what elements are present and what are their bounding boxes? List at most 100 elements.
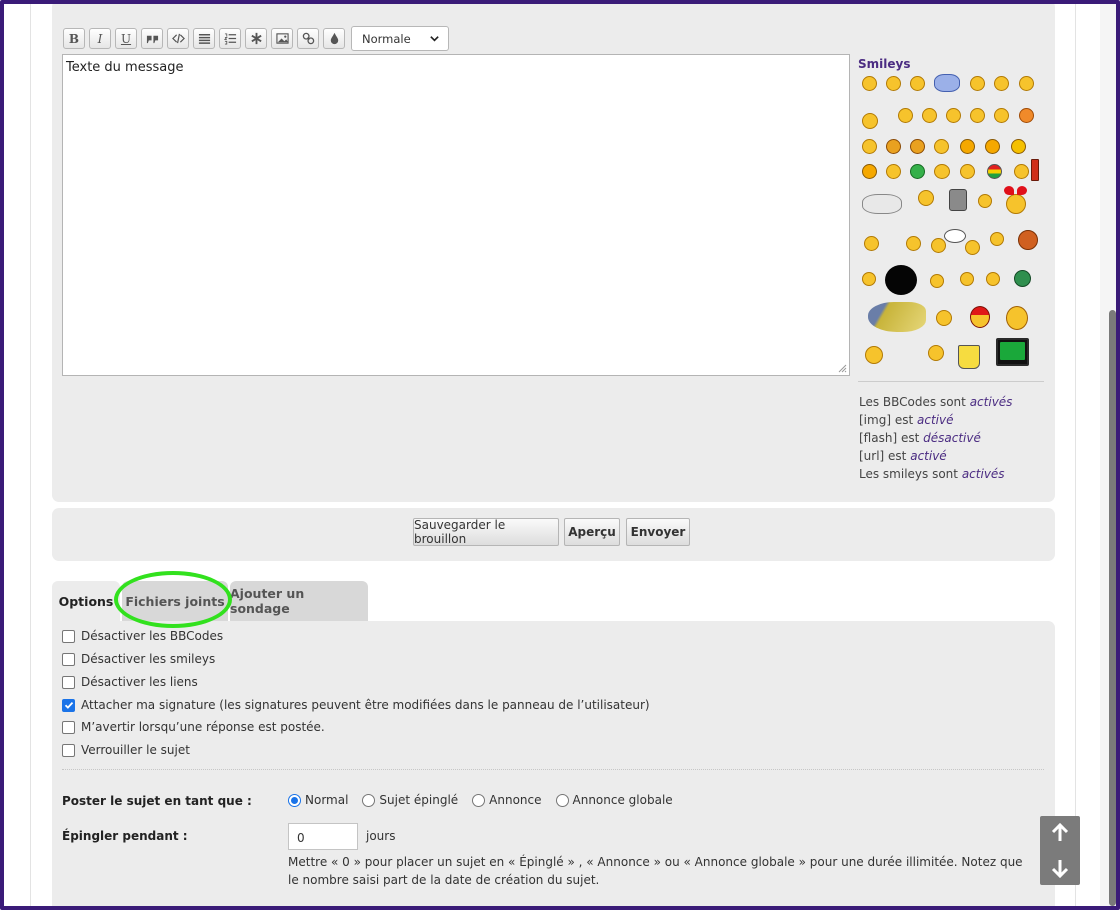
pin-duration-input[interactable]: 0 [288, 823, 358, 850]
smiley-icon[interactable] [965, 240, 980, 255]
disable-smileys-checkbox[interactable] [62, 652, 75, 666]
option-disable-bbcodes[interactable]: Désactiver les BBCodes [62, 629, 223, 643]
smiley-icon[interactable] [960, 272, 974, 286]
smiley-icon[interactable] [994, 108, 1009, 123]
cheers-smiley-icon[interactable] [906, 236, 921, 251]
smiley-icon[interactable] [865, 346, 883, 364]
message-textarea[interactable]: Texte du message [62, 54, 850, 376]
smiley-icon[interactable] [886, 164, 901, 179]
smiley-icon[interactable] [910, 76, 925, 91]
radio-button[interactable] [288, 793, 301, 807]
redhead-smiley-icon[interactable] [1018, 230, 1038, 250]
radio-button[interactable] [362, 793, 376, 807]
rasta-smiley-icon[interactable] [987, 164, 1002, 179]
italic-button[interactable]: I [89, 28, 111, 49]
smiley-icon[interactable] [960, 164, 975, 179]
preview-button[interactable]: Aperçu [564, 518, 620, 546]
angry-smiley-icon[interactable] [1019, 108, 1034, 123]
scroll-buttons [1040, 816, 1080, 885]
radio-button[interactable] [472, 793, 486, 807]
smiley-icon[interactable] [922, 108, 937, 123]
smiley-icon[interactable] [978, 194, 992, 208]
angel-smiley-icon[interactable] [862, 194, 902, 214]
smiley-icon[interactable] [990, 232, 1004, 246]
smiley-icon[interactable] [936, 310, 952, 326]
numbered-list-button[interactable] [219, 28, 241, 49]
smiley-icon[interactable] [928, 345, 944, 361]
sleeping-smiley-icon[interactable] [862, 113, 878, 129]
post-as-global-announcement[interactable]: Annonce globale [555, 793, 673, 807]
green-smiley-icon[interactable] [910, 164, 925, 179]
tab-attachments[interactable]: Fichiers joints [122, 581, 228, 621]
scrollbar-thumb[interactable] [1109, 310, 1116, 906]
arrow-down-icon[interactable] [1051, 858, 1069, 878]
green-hat-smiley-icon[interactable] [1014, 270, 1031, 287]
code-button[interactable] [167, 28, 189, 49]
post-as-normal[interactable]: Normal [288, 793, 348, 807]
disable-bbcodes-checkbox[interactable] [62, 629, 75, 643]
color-button[interactable] [323, 28, 345, 49]
smiley-icon[interactable] [986, 272, 1000, 286]
post-as-sticky[interactable]: Sujet épinglé [362, 793, 458, 807]
disable-links-checkbox[interactable] [62, 675, 75, 689]
reindeer-smiley-icon[interactable] [1006, 306, 1028, 330]
checkmark-icon [64, 701, 73, 709]
exclamation-smiley-icon[interactable] [960, 139, 975, 154]
attach-signature-checkbox[interactable] [62, 698, 75, 712]
smiley-icon[interactable] [898, 108, 913, 123]
list-item-button[interactable] [245, 28, 267, 49]
smiley-icon[interactable] [862, 139, 877, 154]
post-as-announcement[interactable]: Annonce [472, 793, 542, 807]
smiley-icon[interactable] [862, 272, 876, 286]
tab-options[interactable]: Options [52, 581, 120, 621]
love-smiley-icon[interactable] [1006, 194, 1026, 214]
devil-smiley-icon[interactable] [910, 139, 925, 154]
talking-smiley-icon[interactable] [931, 238, 946, 253]
bar-icon[interactable] [1031, 159, 1039, 181]
bold-button[interactable]: B [63, 28, 85, 49]
smiley-icon[interactable] [994, 76, 1009, 91]
underline-button[interactable]: U [115, 28, 137, 49]
dragon-smiley-icon[interactable] [868, 302, 926, 332]
idea-smiley-icon[interactable] [1011, 139, 1026, 154]
smiley-icon[interactable] [918, 190, 934, 206]
devil-smiley-icon[interactable] [886, 139, 901, 154]
santa-smiley-icon[interactable] [970, 306, 990, 328]
smiley-icon[interactable] [970, 108, 985, 123]
list-button[interactable] [193, 28, 215, 49]
cheers-smiley-icon[interactable] [864, 236, 879, 251]
arrow-smiley-icon[interactable] [862, 164, 877, 179]
smiley-icon[interactable] [1014, 164, 1029, 179]
reading-smiley-icon[interactable] [949, 189, 967, 211]
question-smiley-icon[interactable] [985, 139, 1000, 154]
arrow-up-icon[interactable] [1051, 823, 1069, 843]
link-button[interactable] [297, 28, 319, 49]
smiley-icon[interactable] [1019, 76, 1034, 91]
notify-reply-checkbox[interactable] [62, 720, 75, 734]
coffee-cup-icon[interactable] [958, 345, 980, 369]
option-notify-reply[interactable]: M’avertir lorsqu’une réponse est postée. [62, 720, 325, 734]
smiley-icon[interactable] [970, 76, 985, 91]
glasses-smiley-icon[interactable] [934, 164, 950, 179]
submit-button[interactable]: Envoyer [626, 518, 690, 546]
save-draft-button[interactable]: Sauvegarder le brouillon [413, 518, 559, 546]
smiley-icon[interactable] [934, 139, 949, 154]
radio-button[interactable] [555, 793, 569, 807]
option-disable-smileys[interactable]: Désactiver les smileys [62, 652, 215, 666]
radio-label: Sujet épinglé [379, 793, 459, 807]
option-lock-topic[interactable]: Verrouiller le sujet [62, 743, 190, 757]
smiley-icon[interactable] [930, 274, 944, 288]
tab-add-poll[interactable]: Ajouter un sondage [230, 581, 368, 621]
afro-smiley-icon[interactable] [885, 265, 917, 295]
image-button[interactable] [271, 28, 293, 49]
font-size-select[interactable]: Normale [351, 26, 449, 51]
quote-button[interactable] [141, 28, 163, 49]
option-attach-signature[interactable]: Attacher ma signature (les signatures pe… [62, 698, 650, 712]
smiley-icon[interactable] [862, 76, 877, 91]
resize-grip-icon[interactable] [838, 364, 847, 373]
thumbs-up-smiley-icon[interactable] [934, 74, 960, 92]
lock-topic-checkbox[interactable] [62, 743, 75, 757]
smiley-icon[interactable] [886, 76, 901, 91]
smiley-icon[interactable] [946, 108, 961, 123]
option-disable-links[interactable]: Désactiver les liens [62, 675, 198, 689]
